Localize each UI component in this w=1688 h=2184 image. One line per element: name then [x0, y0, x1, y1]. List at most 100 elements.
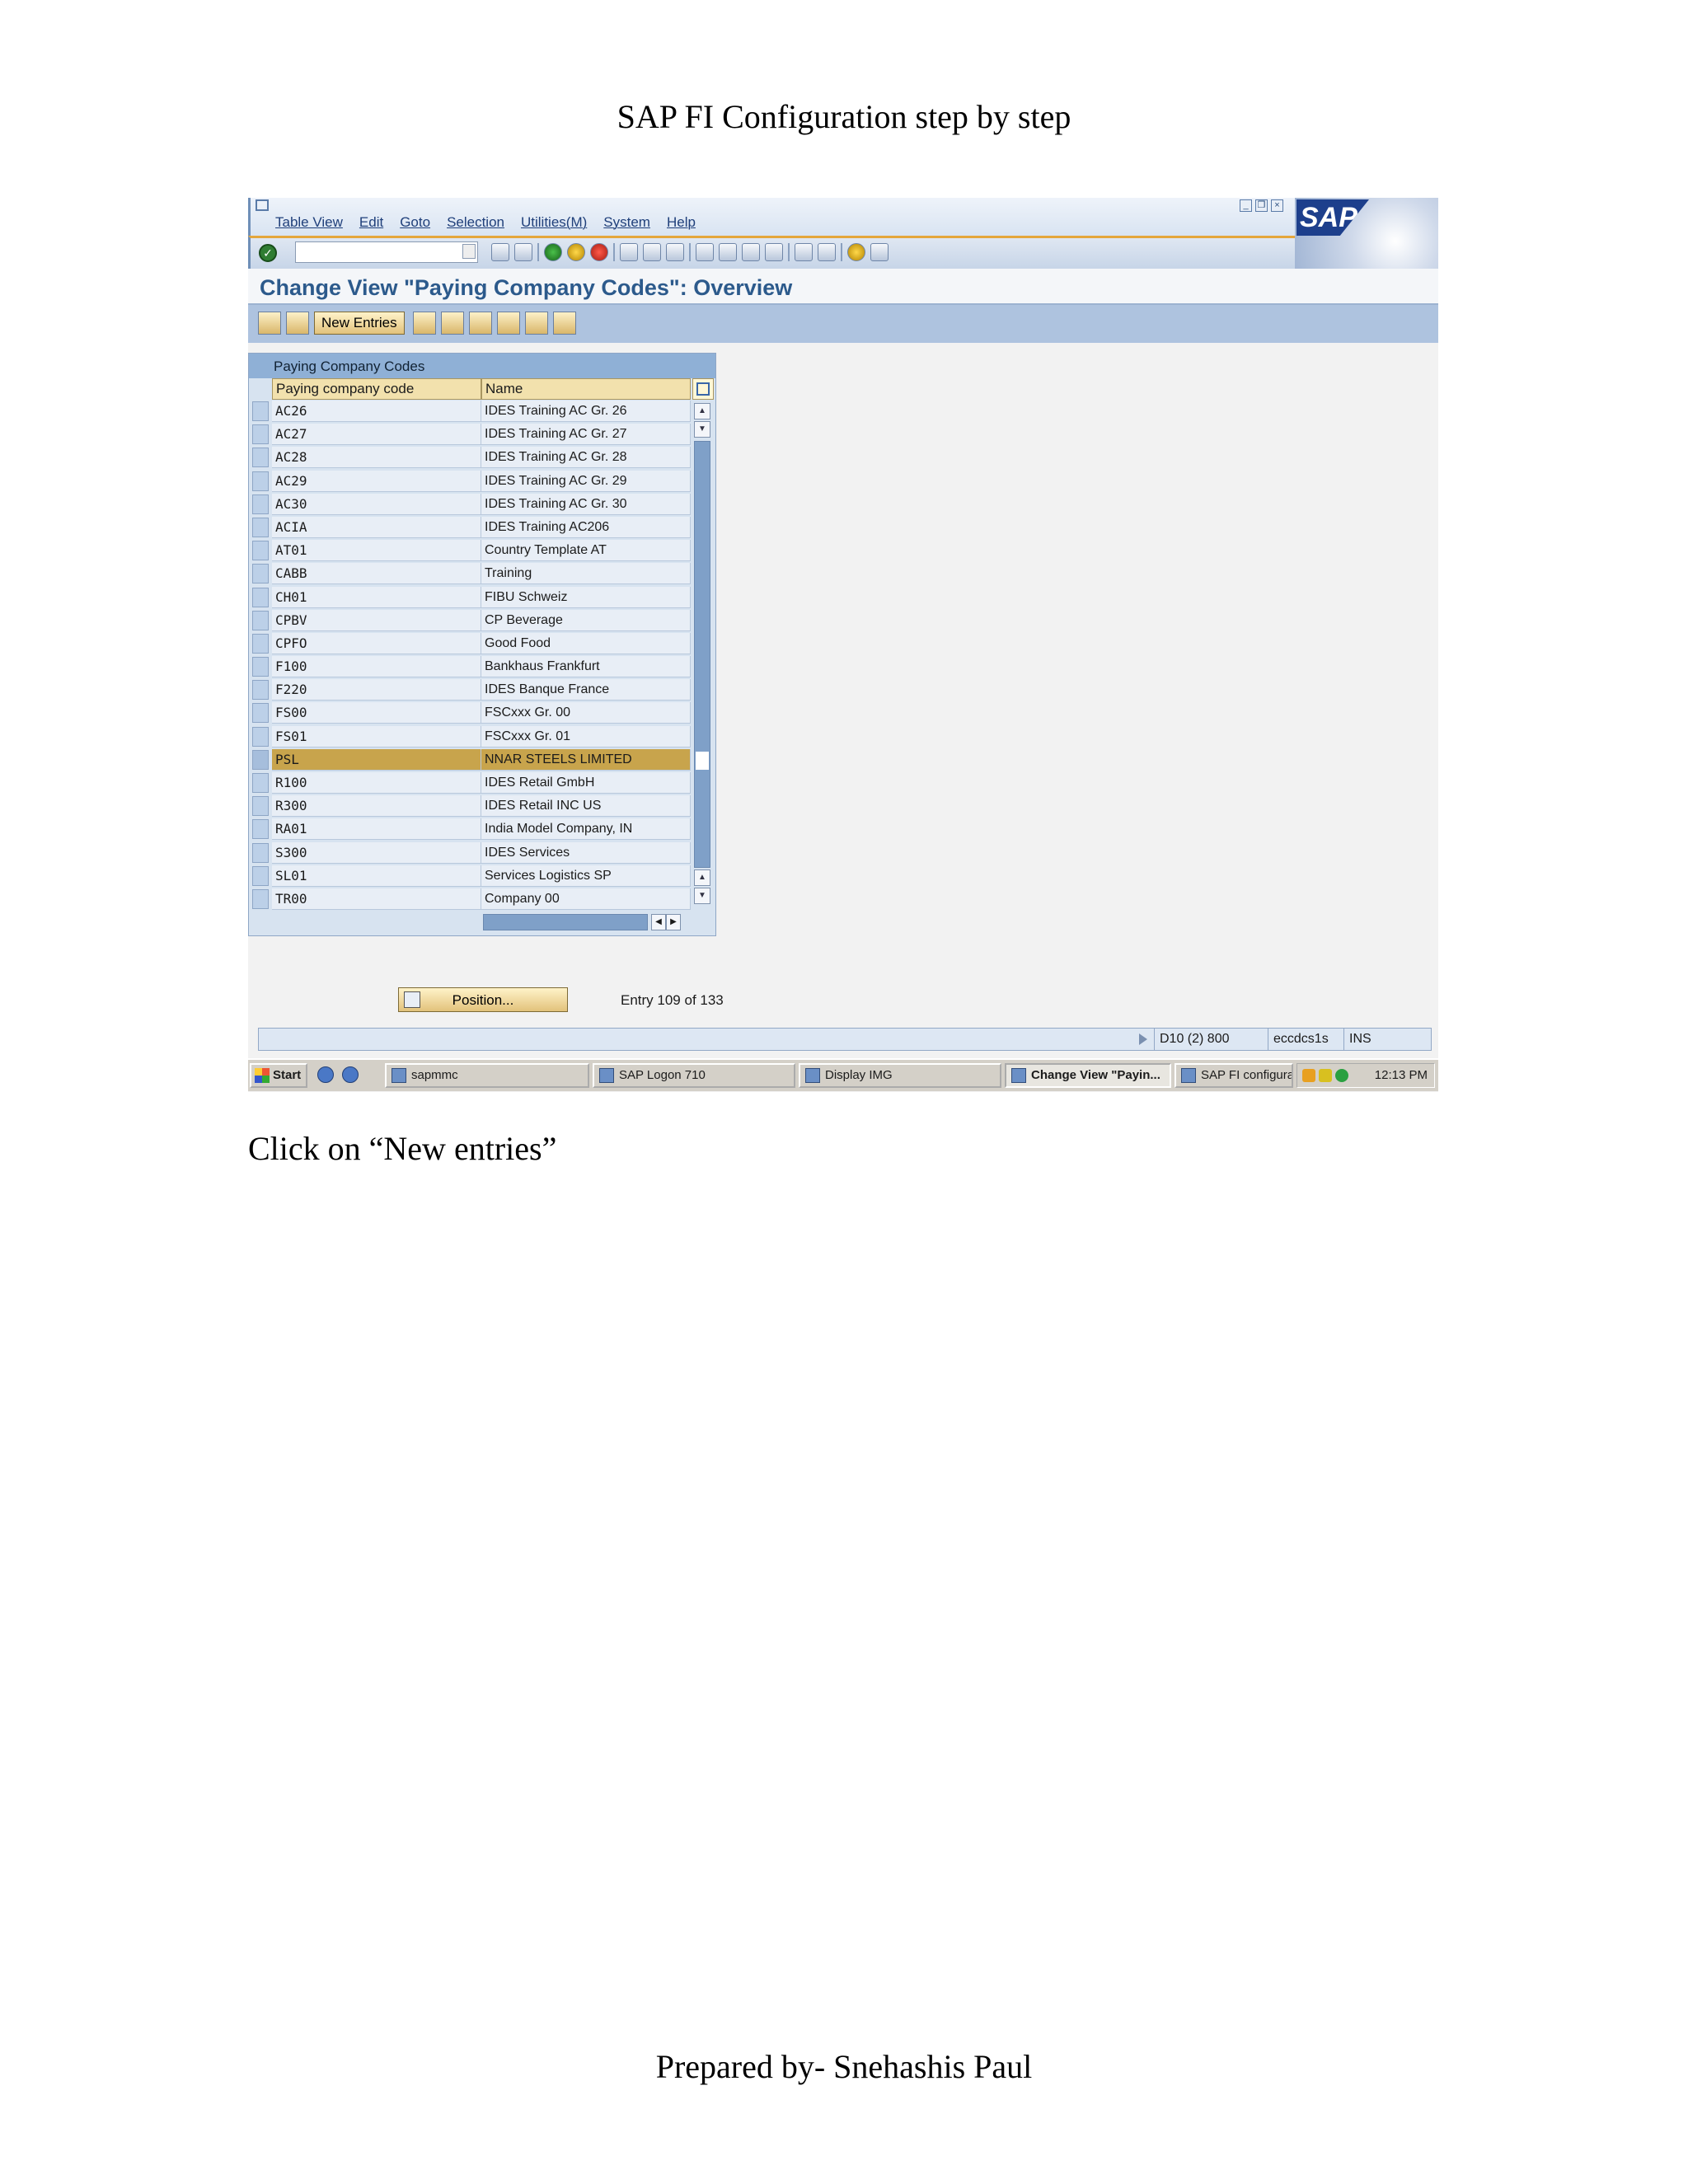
system-menu-icon[interactable] — [256, 199, 269, 211]
cell-company-name[interactable]: NNAR STEELS LIMITED — [481, 748, 691, 771]
cell-company-code[interactable]: AT01 — [272, 540, 481, 562]
table-row[interactable]: CH01 FIBU Schweiz — [249, 586, 692, 609]
tray-warning-icon[interactable] — [1319, 1069, 1332, 1082]
row-selector[interactable] — [252, 657, 269, 677]
table-row[interactable]: ACIA IDES Training AC206 — [249, 516, 692, 539]
table-row[interactable]: R100 IDES Retail GmbH — [249, 771, 692, 794]
menu-item[interactable]: Table View — [275, 214, 343, 231]
cell-company-name[interactable]: IDES Training AC Gr. 26 — [481, 401, 691, 422]
taskbar-item[interactable]: Change View "Payin... — [1005, 1063, 1171, 1088]
display-change-icon[interactable] — [258, 312, 281, 335]
cell-company-name[interactable]: Good Food — [481, 632, 691, 654]
status-mode[interactable]: INS — [1343, 1029, 1376, 1050]
command-field[interactable] — [295, 241, 478, 263]
page-up-icon[interactable]: ▼ — [694, 421, 710, 438]
cell-company-code[interactable]: CPFO — [272, 632, 481, 654]
scroll-left-icon[interactable]: ◀ — [651, 914, 666, 930]
taskbar-item[interactable]: SAP Logon 710 — [593, 1063, 795, 1088]
cell-company-name[interactable]: Country Template AT — [481, 540, 691, 562]
cell-company-name[interactable]: India Model Company, IN — [481, 818, 691, 841]
horizontal-scrollbar[interactable]: ◀ ▶ — [483, 914, 681, 930]
cell-company-code[interactable]: FS01 — [272, 725, 481, 748]
cell-company-code[interactable]: AC28 — [272, 447, 481, 469]
row-selector[interactable] — [252, 494, 269, 514]
desktop-icon[interactable] — [317, 1066, 334, 1083]
horizontal-scroll-track[interactable] — [483, 914, 648, 930]
cell-company-code[interactable]: AC26 — [272, 401, 481, 422]
last-page-icon[interactable] — [765, 243, 783, 261]
display-icon[interactable] — [286, 312, 309, 335]
vertical-scrollbar[interactable]: ▲ ▼ ▲ ▼ — [694, 403, 712, 904]
cell-company-name[interactable]: IDES Training AC Gr. 28 — [481, 447, 691, 469]
cell-company-code[interactable]: AC30 — [272, 493, 481, 515]
cell-company-name[interactable]: Training — [481, 563, 691, 585]
copy-as-icon[interactable] — [412, 312, 436, 335]
menu-item[interactable]: System — [603, 214, 650, 231]
row-selector[interactable] — [252, 610, 269, 630]
cell-company-name[interactable]: FSCxxx Gr. 00 — [481, 702, 691, 724]
scroll-down-icon[interactable]: ▼ — [694, 888, 710, 904]
cell-company-code[interactable]: PSL — [272, 748, 481, 771]
cell-company-code[interactable]: F100 — [272, 656, 481, 678]
row-selector[interactable] — [252, 471, 269, 491]
row-selector[interactable] — [252, 517, 269, 537]
cell-company-code[interactable]: R100 — [272, 772, 481, 794]
table-row[interactable]: R300 IDES Retail INC US — [249, 794, 692, 818]
new-entries-button[interactable]: New Entries — [314, 312, 405, 335]
menu-item[interactable]: Goto — [400, 214, 430, 231]
cell-company-name[interactable]: IDES Training AC Gr. 30 — [481, 493, 691, 515]
restore-icon[interactable]: ❐ — [1255, 199, 1268, 212]
cell-company-name[interactable]: IDES Training AC206 — [481, 516, 691, 538]
table-row[interactable]: AC29 IDES Training AC Gr. 29 — [249, 470, 692, 493]
minimize-icon[interactable]: _ — [1240, 199, 1252, 212]
next-page-icon[interactable] — [742, 243, 760, 261]
row-selector[interactable] — [252, 541, 269, 561]
save-icon[interactable] — [514, 243, 532, 261]
cell-company-name[interactable]: Services Logistics SP — [481, 865, 691, 887]
cell-company-code[interactable]: ACIA — [272, 516, 481, 538]
back-arrow-icon[interactable] — [491, 243, 509, 261]
cell-company-code[interactable]: AC27 — [272, 424, 481, 446]
cell-company-name[interactable]: IDES Retail INC US — [481, 795, 691, 818]
row-selector[interactable] — [252, 424, 269, 445]
row-selector[interactable] — [252, 680, 269, 701]
table-row[interactable]: TR00 Company 00 — [249, 888, 692, 911]
row-selector[interactable] — [252, 796, 269, 817]
cell-company-name[interactable]: CP Beverage — [481, 609, 691, 631]
cell-company-code[interactable]: AC29 — [272, 470, 481, 492]
deselect-all-icon[interactable] — [552, 312, 576, 335]
previous-page-icon[interactable] — [719, 243, 737, 261]
cell-company-name[interactable]: Bankhaus Frankfurt — [481, 656, 691, 678]
row-selector[interactable] — [252, 773, 269, 793]
close-icon[interactable]: × — [1271, 199, 1283, 212]
exit-icon[interactable] — [567, 243, 585, 261]
row-selector[interactable] — [252, 888, 269, 909]
row-selector[interactable] — [252, 564, 269, 584]
cell-company-code[interactable]: F220 — [272, 679, 481, 701]
cell-company-code[interactable]: CH01 — [272, 586, 481, 608]
menu-item[interactable]: Selection — [447, 214, 504, 231]
clock[interactable]: 12:13 PM — [1375, 1068, 1428, 1082]
table-row[interactable]: S300 IDES Services — [249, 841, 692, 865]
cell-company-name[interactable]: FIBU Schweiz — [481, 586, 691, 608]
table-row[interactable]: AC28 IDES Training AC Gr. 28 — [249, 446, 692, 469]
row-selector[interactable] — [252, 703, 269, 724]
menu-item[interactable]: Utilities(M) — [521, 214, 587, 231]
table-row[interactable]: AT01 Country Template AT — [249, 539, 692, 562]
shortcut-icon[interactable] — [818, 243, 836, 261]
status-expand-icon[interactable] — [1139, 1033, 1147, 1045]
row-selector[interactable] — [252, 819, 269, 840]
table-row[interactable]: RA01 India Model Company, IN — [249, 818, 692, 841]
row-selector[interactable] — [252, 633, 269, 654]
cell-company-code[interactable]: TR00 — [272, 888, 481, 910]
position-button[interactable]: Position... — [398, 987, 568, 1012]
cell-company-code[interactable]: FS00 — [272, 702, 481, 724]
help-icon[interactable] — [847, 243, 865, 261]
cell-company-name[interactable]: IDES Training AC Gr. 29 — [481, 470, 691, 492]
find-next-icon[interactable] — [666, 243, 684, 261]
table-row[interactable]: F220 IDES Banque France — [249, 678, 692, 701]
tray-app-icon[interactable] — [1302, 1069, 1315, 1082]
row-selector[interactable] — [252, 749, 269, 770]
row-selector[interactable] — [252, 448, 269, 468]
table-row[interactable]: AC27 IDES Training AC Gr. 27 — [249, 423, 692, 446]
